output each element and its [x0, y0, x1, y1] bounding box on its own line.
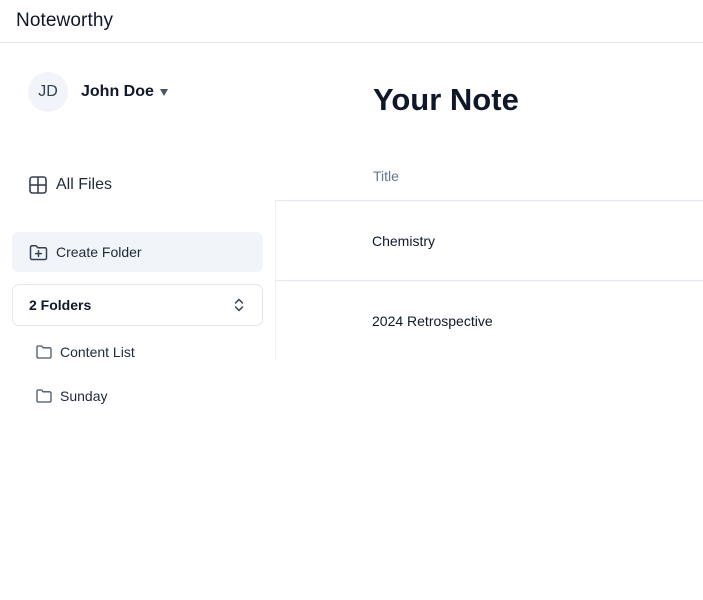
avatar: JD	[28, 72, 68, 112]
folder-item-content-list[interactable]: Content List	[36, 344, 135, 360]
folder-item-sunday[interactable]: Sunday	[36, 388, 107, 404]
folder-item-label: Sunday	[60, 388, 108, 404]
note-title: Chemistry	[372, 233, 436, 249]
folder-plus-icon	[29, 244, 48, 261]
top-bar: Noteworthy	[0, 0, 703, 43]
user-name: John Doe	[81, 83, 154, 100]
folder-icon	[36, 389, 52, 403]
note-title: 2024 Retrospective	[372, 313, 493, 329]
user-menu[interactable]: JD John Doe	[28, 72, 168, 112]
grid-icon	[29, 176, 47, 194]
column-header-title[interactable]: Title	[373, 168, 399, 184]
chevrons-up-down-icon	[234, 298, 244, 312]
app-window: Noteworthy JD John Doe All Files Create …	[0, 0, 703, 600]
table-row[interactable]: Chemistry	[276, 201, 703, 280]
create-folder-label: Create Folder	[56, 244, 142, 260]
table-row[interactable]: 2024 Retrospective	[276, 281, 703, 360]
folders-select[interactable]: 2 Folders	[12, 284, 263, 326]
caret-down-icon	[159, 88, 168, 96]
app-title: Noteworthy	[16, 10, 114, 31]
page-title: Your Note	[373, 82, 519, 117]
all-files-link[interactable]: All Files	[29, 176, 112, 194]
folders-count-label: 2 Folders	[29, 297, 92, 313]
create-folder-button[interactable]: Create Folder	[12, 232, 263, 272]
folder-item-label: Content List	[60, 344, 135, 360]
all-files-label: All Files	[56, 176, 113, 193]
folder-icon	[36, 345, 52, 359]
